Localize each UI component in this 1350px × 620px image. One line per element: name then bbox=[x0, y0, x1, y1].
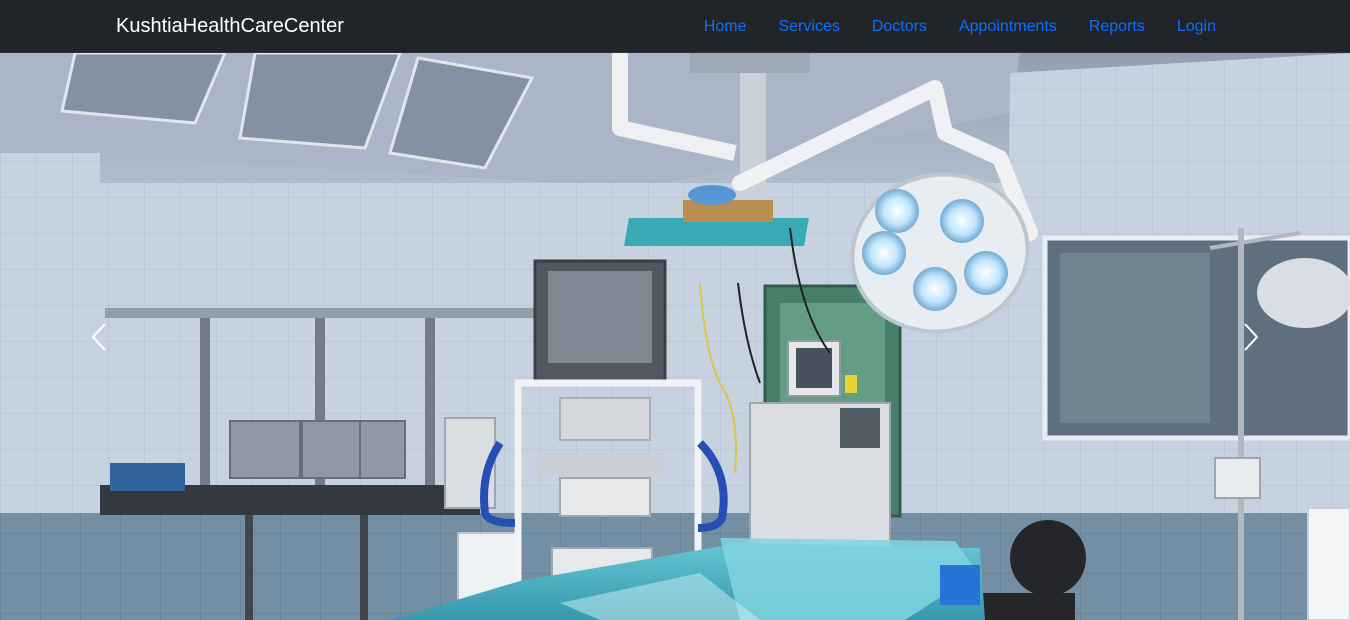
nav-item-reports: Reports bbox=[1073, 15, 1161, 39]
chevron-left-icon bbox=[91, 322, 106, 351]
nav-link-doctors[interactable]: Doctors bbox=[856, 15, 943, 39]
nav-link-home[interactable]: Home bbox=[688, 15, 763, 39]
navbar: KushtiaHealthCareCenter Home Services Do… bbox=[0, 0, 1350, 53]
nav-link-services[interactable]: Services bbox=[762, 15, 855, 39]
nav-links: Home Services Doctors Appointments Repor… bbox=[688, 0, 1216, 53]
nav-item-appointments: Appointments bbox=[943, 15, 1073, 39]
carousel-prev-button[interactable] bbox=[0, 53, 200, 620]
brand-logo-link[interactable]: KushtiaHealthCareCenter bbox=[116, 13, 344, 39]
chevron-right-icon bbox=[1244, 322, 1259, 351]
operating-room-image bbox=[0, 53, 1350, 620]
carousel-next-button[interactable] bbox=[1150, 53, 1350, 620]
hero-carousel bbox=[0, 53, 1350, 620]
nav-link-appointments[interactable]: Appointments bbox=[943, 15, 1073, 39]
carousel-slide-operating-room bbox=[0, 53, 1350, 620]
nav-item-services: Services bbox=[762, 15, 855, 39]
nav-item-doctors: Doctors bbox=[856, 15, 943, 39]
nav-item-home: Home bbox=[688, 15, 763, 39]
nav-link-login[interactable]: Login bbox=[1161, 15, 1216, 39]
nav-link-reports[interactable]: Reports bbox=[1073, 15, 1161, 39]
nav-item-login: Login bbox=[1161, 15, 1216, 39]
